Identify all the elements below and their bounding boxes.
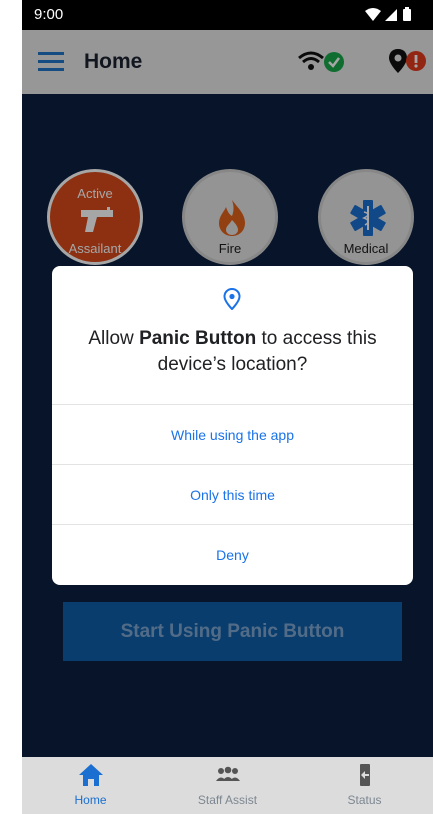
wifi-icon (365, 8, 381, 21)
deny-button[interactable]: Deny (52, 524, 413, 585)
nav-label: Staff Assist (197, 793, 258, 807)
dialog-app-name: Panic Button (139, 328, 257, 349)
nav-home[interactable]: Home (22, 757, 159, 814)
only-this-time-button[interactable]: Only this time (52, 464, 413, 525)
status-icons (365, 7, 411, 21)
status-bar: 9:00 (22, 0, 433, 30)
status-time: 9:00 (34, 6, 64, 23)
status-icon (360, 764, 370, 786)
nav-staff-assist[interactable]: Staff Assist (159, 757, 296, 814)
bottom-nav: Home Staff Assist Status (22, 757, 433, 814)
while-using-app-button[interactable]: While using the app (52, 404, 413, 465)
nav-label: Status (347, 793, 382, 807)
battery-icon (403, 9, 411, 21)
dialog-message: Allow Panic Button to access this device… (66, 326, 399, 378)
location-pin-icon (223, 288, 241, 310)
signal-icon (385, 9, 397, 21)
location-permission-dialog: Allow Panic Button to access this device… (52, 266, 413, 585)
dialog-message-prefix: Allow (88, 328, 140, 349)
nav-status[interactable]: Status (296, 757, 433, 814)
nav-label: Home (74, 793, 107, 807)
home-icon (79, 764, 103, 786)
staff-assist-icon (216, 766, 240, 781)
phone-screen: 9:00 Home Active Assailant Fire Medical … (22, 0, 433, 814)
